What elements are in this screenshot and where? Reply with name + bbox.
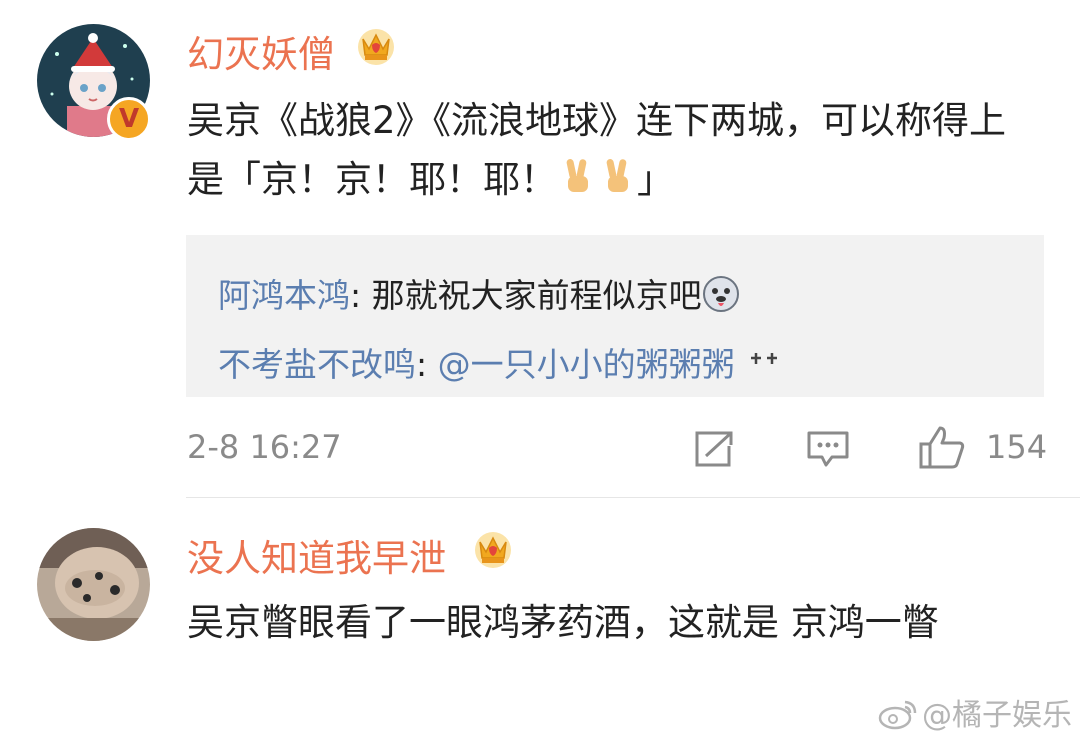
reply-item[interactable]: 阿鸿本鸿: 那就祝大家前程似京吧 [218,269,740,317]
comment-item: V 幻灭妖僧 吴京《战狼2》《流浪地球》连下两城，可以称得上是「京！京！耶！耶！… [0,0,1080,498]
verified-badge: V [107,97,151,141]
watermark: @橘子娱乐 [878,690,1072,734]
weibo-logo-icon [878,700,917,730]
victory-hand-icon [566,159,588,192]
reply-text: 那就祝大家前程似京吧 [371,276,702,315]
thumbs-up-icon[interactable] [918,424,966,470]
victory-hand-icon [606,159,628,192]
emoji-glyph-icon [750,353,777,364]
comment-text: 吴京瞥眼看了一眼鸿茅药酒，这就是 京鸿一瞥 [187,601,939,644]
avatar[interactable] [37,528,150,641]
timestamp: 2-8 16:27 [187,428,342,466]
husky-emoji-icon [702,276,739,312]
username[interactable]: 幻灭妖僧 [187,24,335,78]
like-count: 154 [986,428,1048,466]
crown-icon [358,29,394,65]
reply-username[interactable]: 不考盐不改鸣 [218,345,416,384]
comment-text: 吴京《战狼2》《流浪地球》连下两城，可以称得上是「京！京！耶！耶！」 [187,99,1007,201]
reply-list: 阿鸿本鸿: 那就祝大家前程似京吧 不考盐不改鸣: @一只小小的粥粥粥 [186,235,1044,397]
comment-icon[interactable] [806,430,850,468]
username[interactable]: 没人知道我早泄 [187,528,446,582]
crown-icon [475,532,511,568]
share-icon[interactable] [694,430,734,468]
reply-item[interactable]: 不考盐不改鸣: @一只小小的粥粥粥 [218,338,781,386]
reply-username[interactable]: 阿鸿本鸿 [218,276,350,315]
reply-mention[interactable]: @一只小小的粥粥粥 [438,345,735,384]
